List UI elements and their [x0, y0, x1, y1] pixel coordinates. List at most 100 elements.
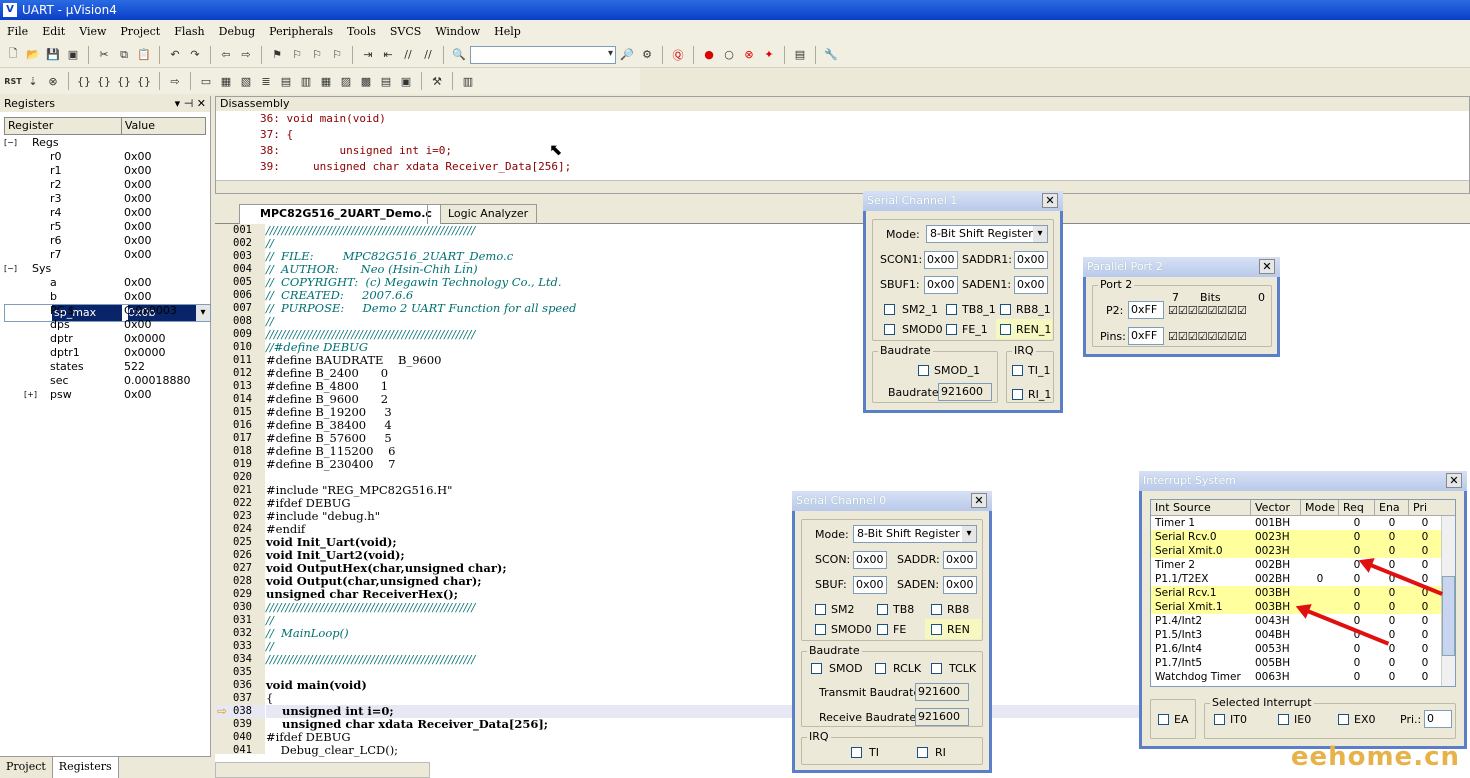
analysis-window-icon[interactable]: ▩: [357, 72, 375, 90]
header-ena[interactable]: Ena: [1375, 500, 1409, 515]
bookmark-clear-icon[interactable]: ⚐: [328, 46, 346, 64]
tab-logic-analyzer[interactable]: Logic Analyzer: [427, 204, 538, 224]
new-file-icon[interactable]: 🗋: [4, 46, 22, 64]
interrupt-row[interactable]: P1.6/Int4 0053H 0 0 0: [1151, 642, 1455, 656]
pri-field[interactable]: 0: [1424, 710, 1452, 728]
menu-file[interactable]: File: [0, 25, 35, 38]
register-row[interactable]: [−] Regs: [4, 136, 206, 150]
register-row[interactable]: dps 0x00: [4, 318, 206, 332]
smod0-checkbox[interactable]: [884, 324, 895, 335]
nav-back-icon[interactable]: ⇦: [217, 46, 235, 64]
saddr-field[interactable]: 0x00: [943, 551, 977, 569]
menu-window[interactable]: Window: [428, 25, 487, 38]
breakpoint-icon[interactable]: ●: [700, 46, 718, 64]
symbols-window-icon[interactable]: ▧: [237, 72, 255, 90]
register-value[interactable]: 0x00: [124, 234, 206, 248]
serial-window-icon[interactable]: ▨: [337, 72, 355, 90]
smod-checkbox[interactable]: [811, 663, 822, 674]
stop-icon[interactable]: ⊗: [44, 72, 62, 90]
save-all-icon[interactable]: ▣: [64, 46, 82, 64]
run-to-cursor-icon[interactable]: {}: [135, 72, 153, 90]
tclk-checkbox[interactable]: [931, 663, 942, 674]
header-pri[interactable]: Pri: [1409, 500, 1441, 515]
p2-bit-checkboxes[interactable]: ☑☑☑☑☑☑☑☑: [1168, 304, 1247, 317]
register-value[interactable]: 0.00018880: [124, 374, 206, 388]
register-row[interactable]: r7 0x00: [4, 248, 206, 262]
scon-field[interactable]: 0x00: [924, 251, 958, 269]
interrupt-row[interactable]: Watchdog Timer 0063H 0 0 0: [1151, 670, 1455, 684]
system-viewer-icon[interactable]: ▣: [397, 72, 415, 90]
pins-field[interactable]: 0xFF: [1128, 327, 1164, 345]
register-value[interactable]: 0x00: [124, 206, 206, 220]
window-title-bar[interactable]: V UART - µVision4: [0, 0, 1470, 20]
register-row[interactable]: r5 0x00: [4, 220, 206, 234]
mode-select[interactable]: 8-Bit Shift Register: [926, 225, 1048, 243]
register-value[interactable]: 0x00: [124, 178, 206, 192]
menu-project[interactable]: Project: [113, 25, 167, 38]
register-value[interactable]: 0x00: [124, 276, 206, 290]
rb8-checkbox[interactable]: [1000, 304, 1011, 315]
register-value[interactable]: 0x0000: [124, 346, 206, 360]
interrupt-row[interactable]: Timer 2002BH000: [1151, 558, 1455, 572]
register-row[interactable]: r2 0x00: [4, 178, 206, 192]
undo-icon[interactable]: ↶: [166, 46, 184, 64]
header-int-source[interactable]: Int Source: [1151, 500, 1251, 515]
unindent-icon[interactable]: ⇤: [379, 46, 397, 64]
step-out-icon[interactable]: {}: [115, 72, 133, 90]
ri-checkbox[interactable]: [1012, 389, 1023, 400]
register-row[interactable]: r3 0x00: [4, 192, 206, 206]
interrupt-scrollbar[interactable]: [1441, 516, 1455, 686]
it0-checkbox[interactable]: [1214, 714, 1225, 725]
interrupt-row[interactable]: Serial Rcv.1 003BH 0 0 0: [1151, 586, 1455, 600]
sm2-checkbox[interactable]: [815, 604, 826, 615]
rclk-checkbox[interactable]: [875, 663, 886, 674]
register-row[interactable]: r4 0x00: [4, 206, 206, 220]
toolbox-icon[interactable]: ⚒: [428, 72, 446, 90]
fe-checkbox[interactable]: [946, 324, 957, 335]
disassembly-scrollbar[interactable]: [216, 180, 1469, 193]
interrupt-row[interactable]: Serial Xmit.0 0023H 0 0 0: [1151, 544, 1455, 558]
command-window-icon[interactable]: ▭: [197, 72, 215, 90]
nav-forward-icon[interactable]: ⇨: [237, 46, 255, 64]
header-vector[interactable]: Vector: [1251, 500, 1301, 515]
incremental-find-icon[interactable]: ⚙: [638, 46, 656, 64]
uncomment-icon[interactable]: //: [419, 46, 437, 64]
close-icon[interactable]: ✕: [1446, 473, 1462, 488]
menu-tools[interactable]: Tools: [340, 25, 383, 38]
trace-window-icon[interactable]: ▤: [377, 72, 395, 90]
smod-checkbox[interactable]: [918, 365, 929, 376]
ri-checkbox[interactable]: [917, 747, 928, 758]
call-stack-icon[interactable]: ▤: [277, 72, 295, 90]
register-row[interactable]: r1 0x00: [4, 164, 206, 178]
register-row[interactable]: r0 0x00: [4, 150, 206, 164]
ex0-checkbox[interactable]: [1338, 714, 1349, 725]
window-config-icon[interactable]: ▤: [791, 46, 809, 64]
register-value[interactable]: 0x0000: [124, 332, 206, 346]
fe-checkbox[interactable]: [877, 624, 888, 635]
mode-select[interactable]: 8-Bit Shift Register: [853, 525, 977, 543]
tab-source-file[interactable]: MPC82G516_2UART_Demo.c: [239, 204, 441, 224]
p2-field[interactable]: 0xFF: [1128, 301, 1164, 319]
register-value[interactable]: 0x00: [124, 388, 206, 402]
memory-window-icon[interactable]: ▦: [317, 72, 335, 90]
scon-field[interactable]: 0x00: [853, 551, 887, 569]
close-icon[interactable]: ✕: [1259, 259, 1275, 274]
registers-window-icon[interactable]: ≣: [257, 72, 275, 90]
tab-project[interactable]: Project: [0, 757, 53, 778]
register-value[interactable]: 0x00: [124, 220, 206, 234]
close-icon[interactable]: ✕: [1042, 193, 1058, 208]
register-row[interactable]: states 522: [4, 360, 206, 374]
ie0-checkbox[interactable]: [1278, 714, 1289, 725]
register-value[interactable]: 0x00: [124, 248, 206, 262]
find-combo[interactable]: [470, 45, 616, 64]
reset-icon[interactable]: RST: [4, 72, 22, 90]
register-row[interactable]: a 0x00: [4, 276, 206, 290]
ren-checkbox[interactable]: [931, 624, 942, 635]
run-icon[interactable]: ⇣: [24, 72, 42, 90]
close-icon[interactable]: ▾ ⊣ ✕: [175, 96, 206, 112]
menu-debug[interactable]: Debug: [212, 25, 263, 38]
code-line[interactable]: #define B_230400 7: [266, 458, 1466, 471]
smod0-checkbox[interactable]: [815, 624, 826, 635]
redo-icon[interactable]: ↷: [186, 46, 204, 64]
indent-icon[interactable]: ⇥: [359, 46, 377, 64]
